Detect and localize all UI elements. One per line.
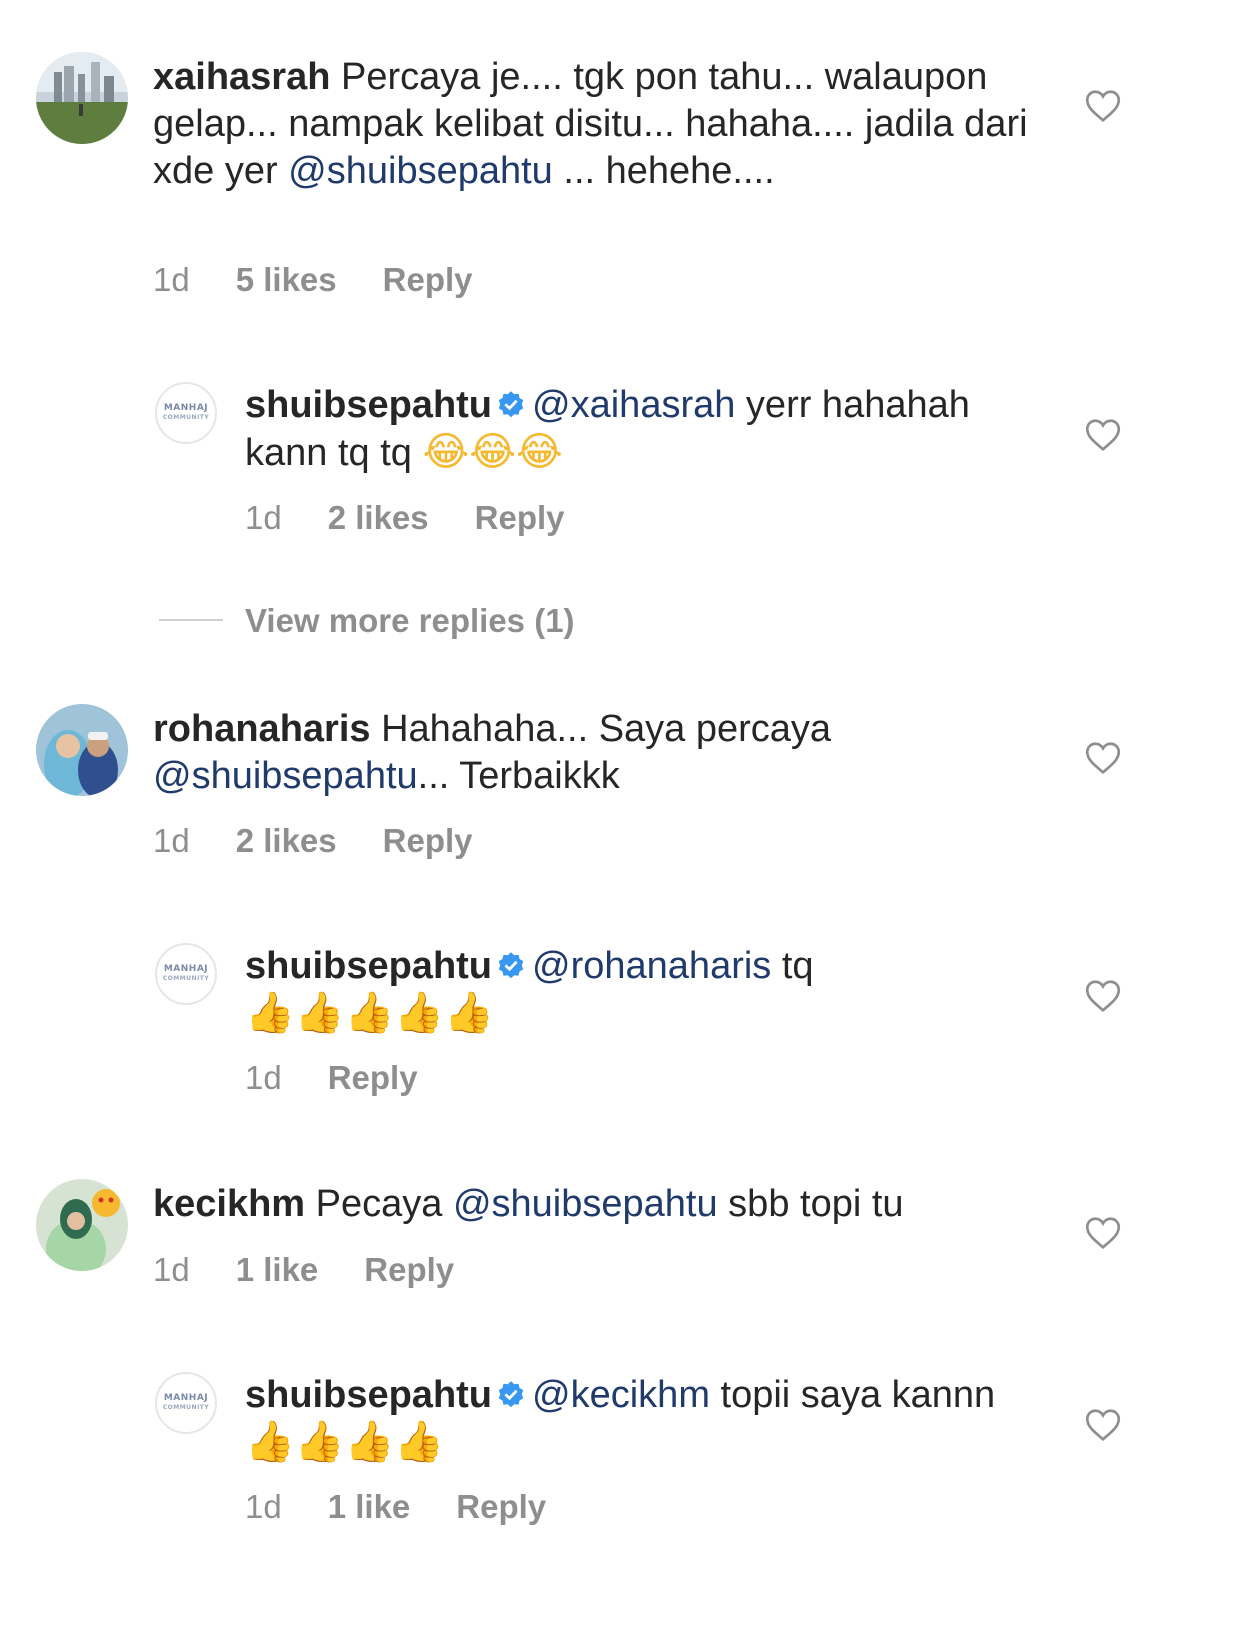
heart-outline-icon[interactable] (1085, 1216, 1121, 1250)
verified-badge-icon (498, 391, 524, 418)
avatar-photo (36, 704, 128, 796)
comment-username[interactable]: rohanaharis (153, 708, 371, 750)
avatar[interactable]: MANHAJ COMMUNITY (155, 1372, 217, 1434)
likes-count[interactable]: 2 likes (236, 822, 337, 859)
thumbs-up-emoji: 👍👍👍👍 (245, 1419, 445, 1465)
comment-username[interactable]: kecikhm (153, 1183, 305, 1225)
avatar[interactable]: MANHAJ COMMUNITY (155, 943, 217, 1005)
mention-link[interactable]: @kecikhm (532, 1374, 710, 1416)
avatar[interactable] (36, 1179, 128, 1271)
comment-time: 1d (153, 1251, 190, 1288)
mention-link[interactable]: @shuibsepahtu (288, 150, 553, 192)
comment-meta: 1d 1 like Reply (153, 1251, 500, 1289)
comment-time: 1d (245, 1488, 282, 1525)
mention-link[interactable]: @shuibsepahtu (453, 1183, 718, 1225)
comment-username[interactable]: shuibsepahtu (245, 945, 492, 987)
likes-count[interactable]: 2 likes (328, 499, 429, 536)
laugh-emoji: 😂😂😂 (422, 429, 563, 475)
comment-text: rohanaharis Hahahaha... Saya percaya @sh… (153, 708, 832, 797)
comment-text: xaihasrah Percaya je.... tgk pon tahu...… (153, 56, 1028, 192)
heart-outline-icon[interactable] (1085, 1408, 1121, 1442)
mention-link[interactable]: @shuibsepahtu (153, 755, 418, 797)
likes-count[interactable]: 5 likes (236, 261, 337, 298)
heart-outline-icon[interactable] (1085, 89, 1121, 123)
avatar-logo: MANHAJ COMMUNITY (162, 1393, 210, 1412)
heart-outline-icon[interactable] (1085, 979, 1121, 1013)
verified-badge-icon (498, 1381, 524, 1408)
reply-button[interactable]: Reply (364, 1251, 454, 1288)
view-more-replies-button[interactable]: View more replies (1) (245, 602, 575, 640)
comment-meta: 1d Reply (245, 1059, 464, 1097)
avatar-photo (36, 52, 128, 144)
comment-username[interactable]: shuibsepahtu (245, 1374, 492, 1416)
mention-link[interactable]: @xaihasrah (532, 384, 735, 426)
avatar[interactable]: MANHAJ COMMUNITY (155, 382, 217, 444)
thumbs-up-emoji: 👍👍👍👍👍 (245, 990, 495, 1036)
heart-outline-icon[interactable] (1085, 418, 1121, 452)
comment-meta: 1d 2 likes Reply (245, 499, 611, 537)
reply-button[interactable]: Reply (328, 1059, 418, 1096)
likes-count[interactable]: 1 like (328, 1488, 411, 1525)
avatar-logo: MANHAJ COMMUNITY (162, 964, 210, 983)
comment-meta: 1d 1 like Reply (245, 1488, 592, 1526)
comment-meta: 1d 5 likes Reply (153, 261, 519, 299)
comment-time: 1d (153, 822, 190, 859)
reply-button[interactable]: Reply (456, 1488, 546, 1525)
comment-text: shuibsepahtu @xaihasrah yerr hahahah kann… (245, 384, 970, 475)
avatar-photo (36, 1179, 128, 1271)
comment-time: 1d (245, 499, 282, 536)
reply-button[interactable]: Reply (383, 261, 473, 298)
avatar[interactable] (36, 52, 128, 144)
reply-button[interactable]: Reply (475, 499, 565, 536)
comment-text: shuibsepahtu @kecikhm topii saya kannn 👍👍… (245, 1374, 996, 1465)
comment-time: 1d (245, 1059, 282, 1096)
avatar-logo: MANHAJ COMMUNITY (162, 403, 210, 422)
comment-text: kecikhm Pecaya @shuibsepahtu sbb topi tu (153, 1183, 904, 1225)
mention-link[interactable]: @rohanaharis (532, 945, 771, 987)
heart-outline-icon[interactable] (1085, 741, 1121, 775)
avatar[interactable] (36, 704, 128, 796)
comment-time: 1d (153, 261, 190, 298)
comment-username[interactable]: shuibsepahtu (245, 384, 492, 426)
likes-count[interactable]: 1 like (236, 1251, 319, 1288)
comment-text: shuibsepahtu @rohanaharis tq 👍👍👍👍👍 (245, 945, 814, 1036)
view-more-divider (159, 619, 223, 621)
comment-username[interactable]: xaihasrah (153, 56, 330, 98)
verified-badge-icon (498, 952, 524, 979)
reply-button[interactable]: Reply (383, 822, 473, 859)
comment-meta: 1d 2 likes Reply (153, 822, 519, 860)
